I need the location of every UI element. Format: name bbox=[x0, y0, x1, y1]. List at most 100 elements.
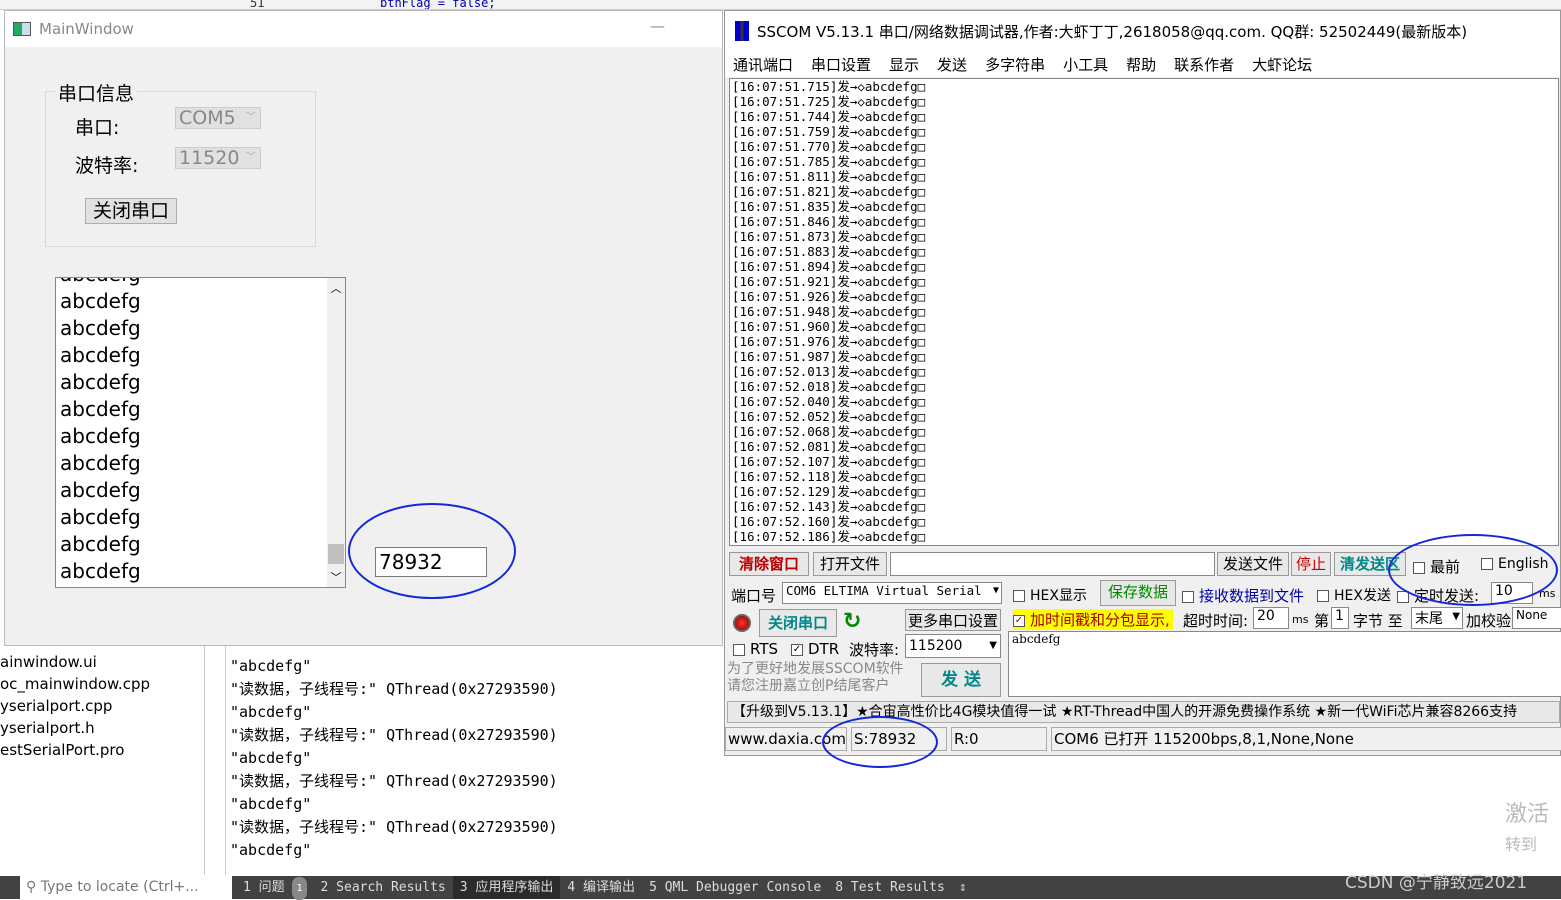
sscom-window: SSCOM V5.13.1 串口/网络数据调试器,作者:大虾丁丁,2618058… bbox=[724, 10, 1561, 756]
list-item[interactable]: abcdefg bbox=[56, 477, 345, 504]
output-line: "读数据，子线程号:" QThread(0x27293590) bbox=[230, 680, 558, 698]
received-list[interactable]: abcdefg abcdefg abcdefg abcdefg abcdefg abcde… bbox=[55, 277, 346, 588]
timeout-unit: ms bbox=[1292, 613, 1309, 626]
menu-item[interactable]: 通讯端口 bbox=[733, 54, 793, 75]
list-item[interactable]: abcdefg bbox=[56, 315, 345, 342]
chevron-down-icon: ﹀ bbox=[246, 112, 256, 123]
list-item[interactable]: abcdefg bbox=[56, 423, 345, 450]
updown-icon[interactable]: ⇕ bbox=[952, 876, 974, 899]
timeout-input[interactable]: 20 bbox=[1253, 607, 1289, 629]
log-line: [16:07:51.725]发→◇abcdefg□ bbox=[732, 94, 926, 109]
file-item[interactable]: estSerialPort.pro bbox=[0, 739, 204, 761]
baud-label: 波特率: bbox=[849, 641, 900, 659]
annotation-circle bbox=[1388, 534, 1558, 606]
send-textarea[interactable]: abcdefg bbox=[1008, 631, 1561, 697]
locate-input[interactable]: ⚲ Type to locate (Ctrl+... bbox=[20, 876, 232, 899]
output-line: "读数据，子线程号:" QThread(0x27293590) bbox=[230, 818, 558, 836]
byte-from-input[interactable]: 1 bbox=[1331, 607, 1349, 629]
clear-window-button[interactable]: 清除窗口 bbox=[729, 552, 809, 576]
menu-item[interactable]: 发送 bbox=[937, 54, 967, 75]
stop-button[interactable]: 停止 bbox=[1291, 552, 1331, 576]
list-item[interactable]: abcdefg bbox=[56, 342, 345, 369]
port-combo[interactable]: COM5 ﹀ bbox=[175, 107, 261, 129]
menu-item[interactable]: 大虾论坛 bbox=[1252, 54, 1312, 75]
baud-select[interactable]: 115200 ▼ bbox=[905, 634, 1001, 658]
timeout-label: 超时时间: bbox=[1183, 612, 1249, 630]
minimize-icon[interactable]: — bbox=[650, 17, 665, 35]
baud-combo[interactable]: 11520 ﹀ bbox=[175, 147, 261, 169]
file-item[interactable]: yserialport.cpp bbox=[0, 695, 204, 717]
dtr-checkbox[interactable]: ✓ DTR bbox=[791, 640, 839, 658]
byte-to-select[interactable]: 末尾 ▼ bbox=[1411, 607, 1463, 629]
output-line: "abcdefg" bbox=[230, 795, 312, 813]
file-item[interactable]: ainwindow.ui bbox=[0, 651, 204, 673]
log-line: [16:07:51.715]发→◇abcdefg□ bbox=[732, 79, 926, 94]
file-item[interactable]: yserialport.h bbox=[0, 717, 204, 739]
file-path-input[interactable] bbox=[890, 552, 1215, 576]
menu-item[interactable]: 显示 bbox=[889, 54, 919, 75]
save-data-button[interactable]: 保存数据 bbox=[1100, 580, 1176, 606]
ide-editor-strip: 51 btnFlag = false; bbox=[0, 0, 1561, 10]
list-item[interactable]: abcdefg bbox=[56, 531, 345, 558]
menu-item[interactable]: 小工具 bbox=[1063, 54, 1108, 75]
scroll-thumb[interactable] bbox=[328, 544, 344, 564]
list-item[interactable]: abcdefg bbox=[56, 558, 345, 585]
close-port-button[interactable]: 关闭串口 bbox=[759, 609, 837, 637]
output-line: "abcdefg" bbox=[230, 657, 312, 675]
tab-problems[interactable]: 1 问题 1 bbox=[236, 876, 314, 900]
list-item[interactable]: abcdefg bbox=[56, 369, 345, 396]
watermark: CSDN @宁静致远2021 bbox=[1345, 873, 1528, 893]
log-line: [16:07:51.785]发→◇abcdefg□ bbox=[732, 154, 926, 169]
rts-checkbox[interactable]: RTS bbox=[733, 640, 778, 658]
log-line: [16:07:51.883]发→◇abcdefg□ bbox=[732, 244, 926, 259]
promo-text[interactable]: 为了更好地发展SSCOM软件 请您注册嘉立创P结尾客户 bbox=[727, 661, 904, 695]
list-item[interactable]: abcdefg bbox=[56, 504, 345, 531]
port-select[interactable]: COM6 ELTIMA Virtual Serial ▼ bbox=[782, 582, 1002, 604]
log-line: [16:07:51.948]发→◇abcdefg□ bbox=[732, 304, 926, 319]
send-button[interactable]: 发 送 bbox=[921, 663, 1001, 697]
hex-send-checkbox[interactable]: HEX发送 bbox=[1317, 585, 1391, 605]
annotation-circle bbox=[822, 716, 938, 768]
list-item[interactable]: abcdefg bbox=[56, 396, 345, 423]
window-title: SSCOM V5.13.1 串口/网络数据调试器,作者:大虾丁丁,2618058… bbox=[757, 22, 1468, 41]
tab-search-results[interactable]: 2 Search Results bbox=[314, 876, 453, 899]
send-file-button[interactable]: 发送文件 bbox=[1217, 552, 1289, 576]
open-file-button[interactable]: 打开文件 bbox=[813, 552, 887, 576]
log-line: [16:07:52.143]发→◇abcdefg□ bbox=[732, 499, 926, 514]
menu-item[interactable]: 帮助 bbox=[1126, 54, 1156, 75]
timestamp-checkbox[interactable]: ✓ 加时间戳和分包显示, bbox=[1013, 609, 1173, 630]
tab-test-results[interactable]: 8 Test Results bbox=[828, 876, 952, 899]
window-title: MainWindow bbox=[39, 20, 134, 38]
tab-application-output[interactable]: 3 应用程序输出 bbox=[452, 876, 561, 899]
log-line: [16:07:52.107]发→◇abcdefg□ bbox=[732, 454, 926, 469]
menu-item[interactable]: 联系作者 bbox=[1174, 54, 1234, 75]
hex-display-checkbox[interactable]: HEX显示 bbox=[1013, 585, 1087, 605]
status-recv-count: R:0 bbox=[951, 727, 1047, 751]
close-port-button[interactable]: 关闭串口 bbox=[85, 198, 177, 224]
menu-item[interactable]: 多字符串 bbox=[985, 54, 1045, 75]
port-status-led-icon bbox=[733, 614, 751, 632]
more-settings-button[interactable]: 更多串口设置 bbox=[905, 609, 1001, 631]
list-item[interactable]: abcdefg bbox=[56, 450, 345, 477]
log-line: [16:07:52.081]发→◇abcdefg□ bbox=[732, 439, 926, 454]
log-line: [16:07:51.770]发→◇abcdefg□ bbox=[732, 139, 926, 154]
scrollbar[interactable]: ︿ ﹀ bbox=[327, 278, 345, 587]
log-line: [16:07:51.821]发→◇abcdefg□ bbox=[732, 184, 926, 199]
scroll-up-icon[interactable]: ︿ bbox=[327, 280, 345, 296]
search-icon: ⚲ bbox=[26, 879, 41, 895]
tab-compile-output[interactable]: 4 编译输出 bbox=[560, 876, 642, 899]
dropdown-icon: ▼ bbox=[1452, 611, 1460, 622]
menu-bar: 通讯端口 串口设置 显示 发送 多字符串 小工具 帮助 联系作者 大虾论坛 bbox=[725, 51, 1560, 77]
list-item[interactable]: abcdefg bbox=[56, 288, 345, 315]
file-item[interactable]: oc_mainwindow.cpp bbox=[0, 673, 204, 695]
receive-log[interactable]: [16:07:51.715]发→◇abcdefg□ [16:07:51.725]发… bbox=[729, 78, 1559, 546]
tab-qml-debugger[interactable]: 5 QML Debugger Console bbox=[642, 876, 828, 899]
refresh-icon[interactable]: ↻ bbox=[843, 609, 861, 634]
log-line: [16:07:51.921]发→◇abcdefg□ bbox=[732, 274, 926, 289]
checksum-select[interactable]: None bbox=[1512, 607, 1561, 629]
list-item[interactable]: abcdefg bbox=[56, 278, 345, 288]
scroll-down-icon[interactable]: ﹀ bbox=[327, 569, 345, 585]
recv-to-file-checkbox[interactable]: 接收数据到文件 bbox=[1182, 585, 1304, 606]
log-line: [16:07:52.018]发→◇abcdefg□ bbox=[732, 379, 926, 394]
menu-item[interactable]: 串口设置 bbox=[811, 54, 871, 75]
